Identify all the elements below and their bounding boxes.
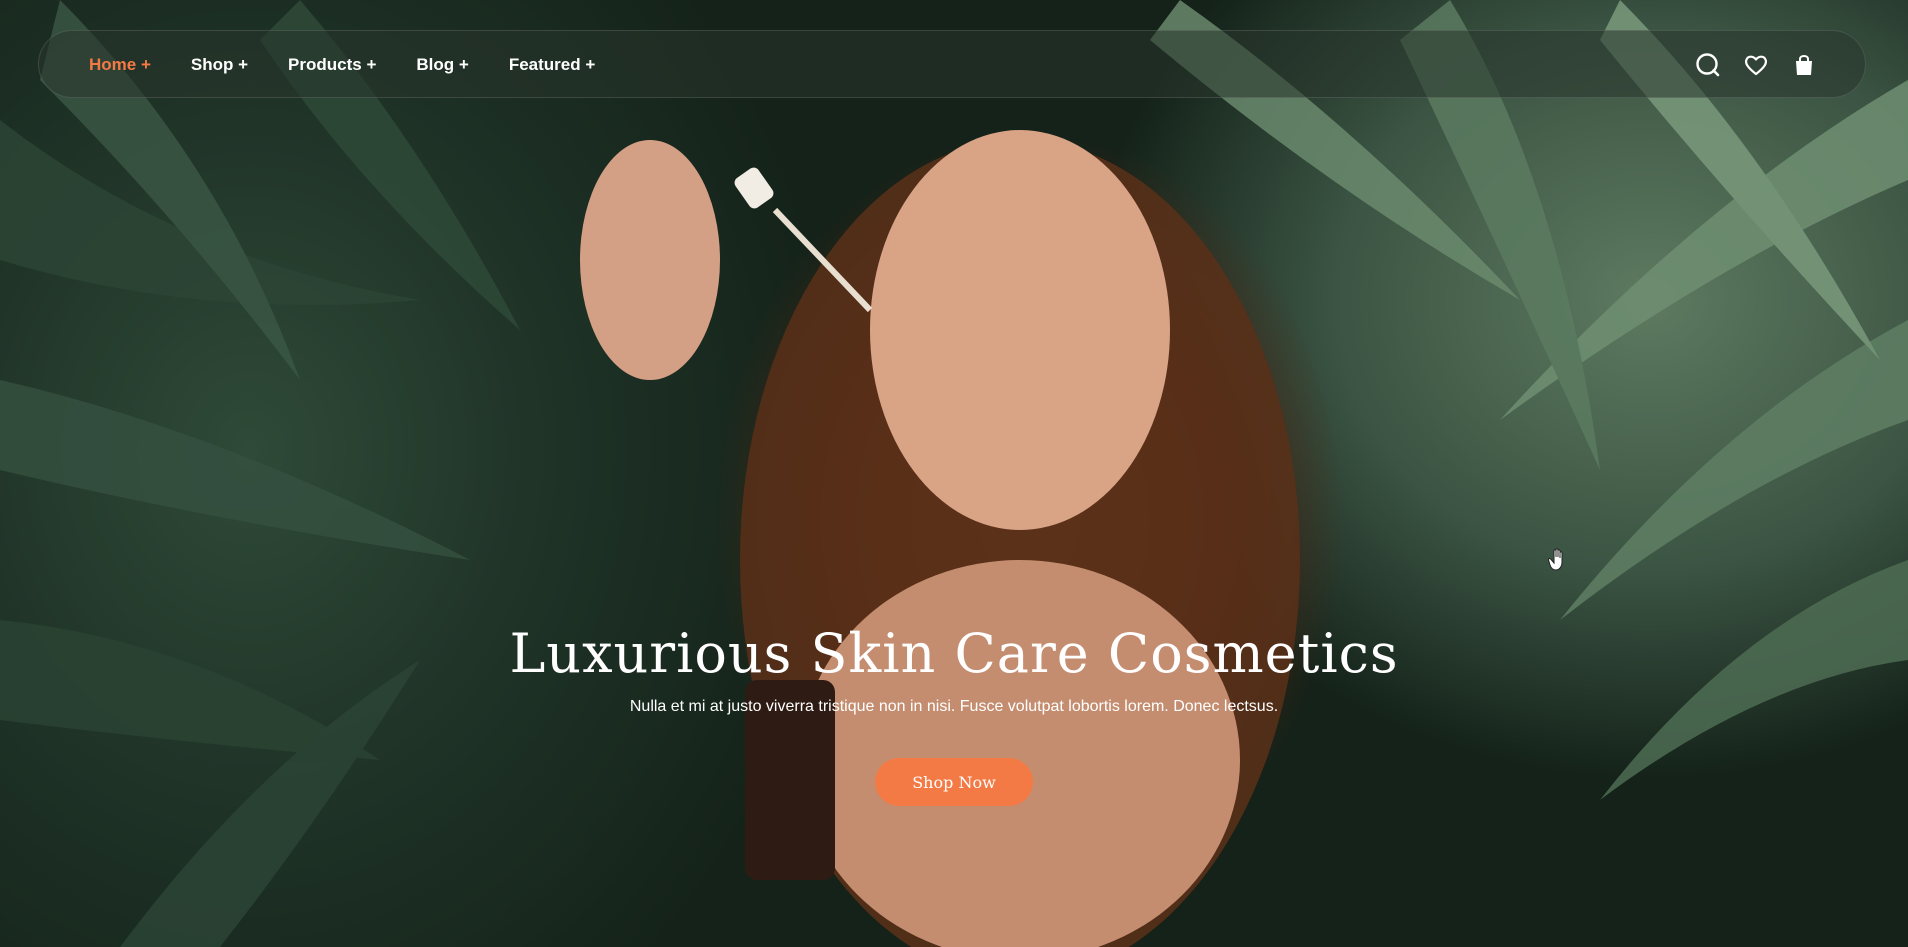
nav-icons (1695, 31, 1817, 99)
hero-title: Luxurious Skin Care Cosmetics (509, 622, 1399, 685)
shop-now-button[interactable]: Shop Now (875, 758, 1033, 806)
shopping-bag-icon[interactable] (1791, 52, 1817, 78)
nav-link-products[interactable]: Products + (288, 55, 376, 75)
nav-link-home[interactable]: Home + (89, 55, 151, 75)
hero-content: Luxurious Skin Care Cosmetics Nulla et m… (0, 618, 1908, 806)
nav-link-featured[interactable]: Featured + (509, 55, 595, 75)
nav-link-shop[interactable]: Shop + (191, 55, 248, 75)
hand-cursor-icon (1548, 548, 1563, 571)
main-navbar: Home + Shop + Products + Blog + Featured… (38, 30, 1866, 98)
hero-subtitle: Nulla et mi at justo viverra tristique n… (629, 698, 1279, 715)
nav-link-blog[interactable]: Blog + (416, 55, 468, 75)
search-icon[interactable] (1695, 52, 1721, 78)
hero-section: Home + Shop + Products + Blog + Featured… (0, 0, 1908, 947)
heart-icon[interactable] (1743, 52, 1769, 78)
nav-links: Home + Shop + Products + Blog + Featured… (89, 31, 635, 99)
